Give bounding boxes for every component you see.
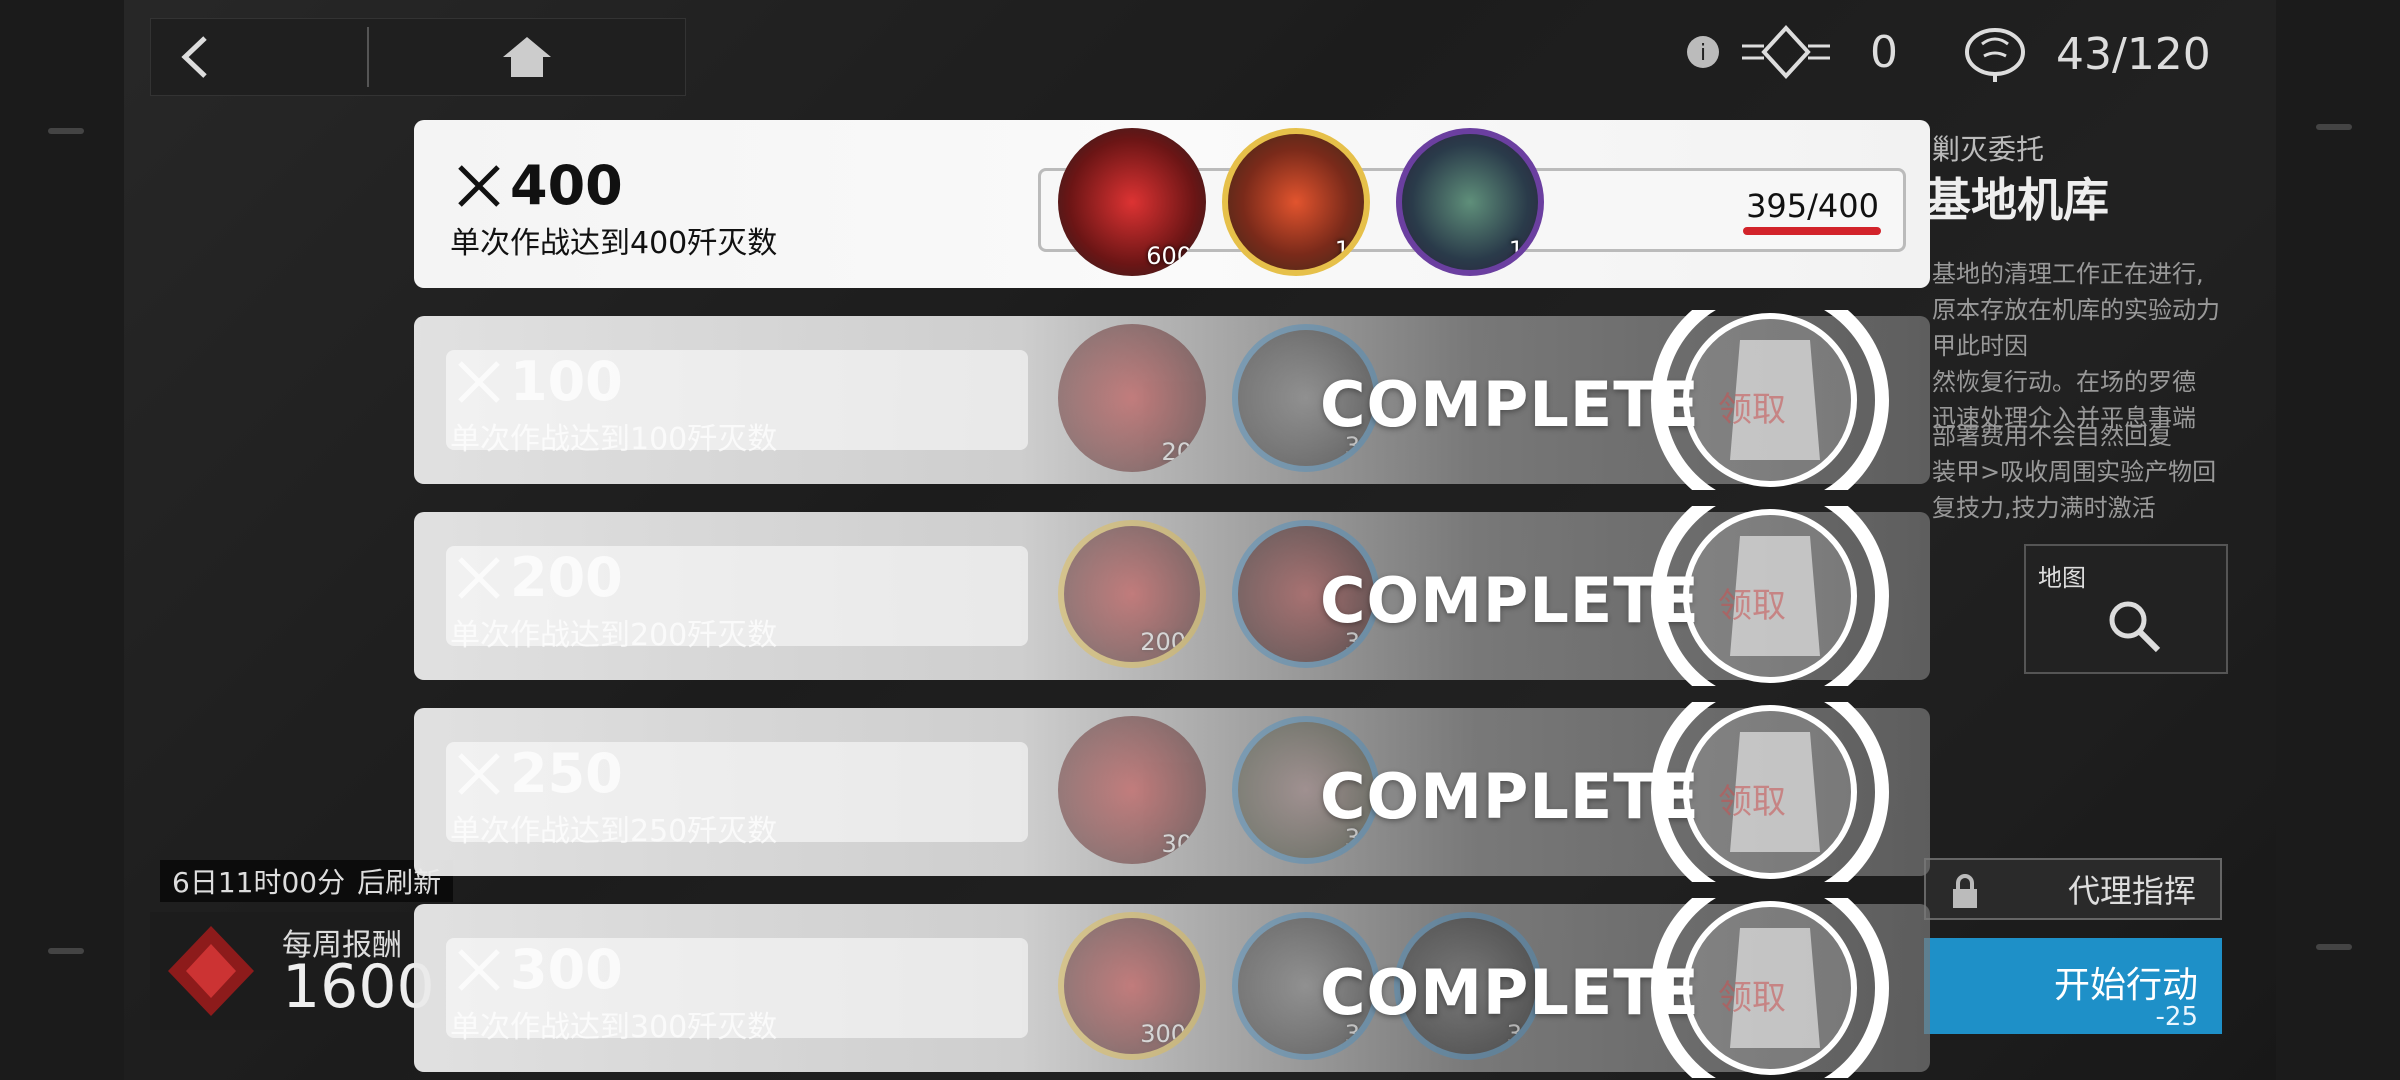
sanity-resource[interactable]: 43/120: [1962, 24, 2211, 84]
complete-label: COMPLETE: [1320, 564, 1700, 637]
claim-label: 领取: [1718, 586, 1786, 626]
task-description: 单次作战达到300歼灭数: [450, 1010, 778, 1045]
task-count-value: 200: [510, 546, 623, 609]
task-description: 单次作战达到400歼灭数: [450, 226, 778, 261]
start-label: 开始行动: [2053, 965, 2198, 1006]
bezel-mark: [2316, 944, 2352, 950]
reward-qty: 20: [1161, 438, 1192, 466]
sanity-brain-icon: [1965, 28, 2025, 82]
sanity-value: 43/120: [2056, 28, 2211, 80]
device-bezel-left: [0, 0, 124, 1080]
task-kill-target: 400: [454, 154, 623, 217]
medal-resource: i 0: [1686, 24, 1898, 80]
progress-underline: [1743, 227, 1881, 235]
task-row-200[interactable]: 200 单次作战达到200歼灭数 200 3 COMPLETE 领取: [414, 506, 1930, 686]
task-count-value: 100: [510, 350, 623, 413]
task-count-value: 250: [510, 742, 623, 805]
task-description: 单次作战达到200歼灭数: [450, 618, 778, 653]
stage-title: 基地机库: [1925, 173, 2109, 227]
task-row-400[interactable]: 400 单次作战达到400歼灭数 395/400 600 1 1: [414, 120, 1930, 288]
reward-orundum[interactable]: 200: [1058, 520, 1206, 668]
back-button[interactable]: [151, 19, 367, 95]
complete-label: COMPLETE: [1320, 368, 1700, 441]
rule-line: 装甲>吸收周围实验产物回: [1932, 458, 2217, 486]
task-kill-target: 100: [454, 350, 623, 413]
reward-qty: 1: [1334, 236, 1350, 264]
complete-label: COMPLETE: [1320, 956, 1700, 1029]
reward-qty: 30: [1161, 830, 1192, 858]
task-count-value: 300: [510, 938, 623, 1001]
proxy-label: 代理指挥: [2067, 872, 2196, 910]
reward-qty: 300: [1140, 1020, 1186, 1048]
task-description: 单次作战达到250歼灭数: [450, 814, 778, 849]
bezel-mark: [48, 128, 84, 134]
proxy-command-toggle[interactable]: 代理指挥: [1924, 858, 2222, 920]
claim-label: 领取: [1718, 390, 1786, 430]
task-row-100[interactable]: 100 单次作战达到100歼灭数 20 3 COMPLETE 领取: [414, 310, 1930, 490]
medal-icon: [1742, 25, 1830, 79]
claim-label: 领取: [1718, 782, 1786, 822]
desc-line: 原本存放在机库的实验动力甲此时因: [1932, 296, 2220, 360]
top-nav-bar: [150, 18, 686, 96]
bezel-mark: [48, 948, 84, 954]
reward-orundum[interactable]: 600: [1058, 128, 1206, 276]
chevron-left-icon: [181, 36, 207, 78]
medal-count: 0: [1870, 26, 1898, 78]
reward-battery-module[interactable]: 1: [1396, 128, 1544, 276]
map-preview[interactable]: 地图: [2024, 544, 2228, 674]
lock-icon: [1953, 874, 1977, 908]
task-count-value: 400: [510, 154, 623, 217]
task-kill-target: 250: [454, 742, 623, 805]
weekly-refresh-timer: 6日11时00分 后刷新: [160, 860, 454, 902]
weekly-reward-value: 1600: [282, 952, 435, 1022]
crossed-swords-icon: [458, 948, 500, 991]
reward-ammo-box[interactable]: 30: [1058, 716, 1206, 864]
rule-line: 复技力,技力满时激活: [1932, 494, 2156, 522]
refresh-time: 6日11时00分: [172, 866, 346, 899]
map-label: 地图: [2038, 564, 2086, 592]
magnifier-icon: [2109, 601, 2161, 653]
orundum-icon: [168, 926, 254, 1016]
task-description: 单次作战达到100歼灭数: [450, 422, 778, 457]
task-row-300[interactable]: 300 单次作战达到300歼灭数 300 3 3 COMPLETE 领取: [414, 898, 1930, 1078]
reward-qty: 200: [1140, 628, 1186, 656]
task-kill-target: 300: [454, 938, 623, 1001]
sanity-cost: -25: [2155, 1002, 2198, 1032]
claim-label: 领取: [1718, 978, 1786, 1018]
reward-orundum[interactable]: 300: [1058, 912, 1206, 1060]
reward-ammo-box[interactable]: 20: [1058, 324, 1206, 472]
home-icon: [503, 37, 551, 77]
stage-rules: 部署费用不会自然回复 装甲>吸收周围实验产物回 复技力,技力满时激活: [1932, 418, 2242, 526]
weekly-reward-panel[interactable]: 每周报酬 1600: [150, 912, 450, 1030]
desc-line: 然恢复行动。在场的罗德: [1932, 368, 2196, 396]
reward-qty: 600: [1146, 242, 1192, 270]
reward-chip-crate[interactable]: 1: [1222, 128, 1370, 276]
crossed-swords-icon: [458, 360, 500, 403]
rule-line: 部署费用不会自然回复: [1932, 422, 2172, 450]
task-progress-text: 395/400: [1746, 187, 1879, 225]
task-kill-target: 200: [454, 546, 623, 609]
device-bezel-right: [2276, 0, 2400, 1080]
crossed-swords-icon: [458, 164, 500, 207]
complete-label: COMPLETE: [1320, 760, 1700, 833]
svg-text:i: i: [1700, 41, 1706, 66]
info-icon[interactable]: i: [1686, 35, 1720, 69]
start-operation-button[interactable]: 开始行动 -25: [1924, 938, 2222, 1034]
desc-line: 基地的清理工作正在进行,: [1932, 260, 2204, 288]
crossed-swords-icon: [458, 556, 500, 599]
stage-description: 基地的清理工作正在进行, 原本存放在机库的实验动力甲此时因 然恢复行动。在场的罗…: [1932, 256, 2242, 436]
home-button[interactable]: [369, 19, 685, 95]
reward-qty: 1: [1508, 236, 1524, 264]
bezel-mark: [2316, 124, 2352, 130]
stage-subtitle: 剿灭委托: [1932, 133, 2045, 166]
crossed-swords-icon: [458, 752, 500, 795]
task-row-250[interactable]: 250 单次作战达到250歼灭数 30 3 COMPLETE 领取: [414, 702, 1930, 882]
